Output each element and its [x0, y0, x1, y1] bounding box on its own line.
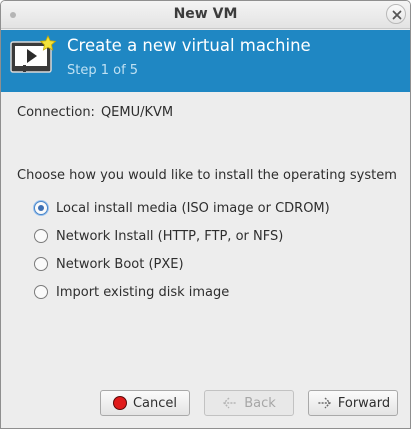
connection-label: Connection: [17, 105, 95, 120]
dialog-button-bar: Cancel Back Forward [1, 390, 410, 416]
title-bar: New VM [1, 1, 410, 29]
radio-network-install[interactable] [34, 229, 48, 243]
install-option-label: Local install media (ISO image or CDROM) [56, 200, 330, 216]
forward-label: Forward [337, 395, 391, 411]
forward-arrow-icon [317, 397, 331, 409]
radio-local-media[interactable] [34, 201, 48, 215]
radio-import-disk[interactable] [34, 285, 48, 299]
cancel-icon [112, 396, 127, 410]
forward-button[interactable]: Forward [308, 390, 398, 416]
back-button[interactable]: Back [204, 390, 294, 416]
install-option-label: Network Boot (PXE) [56, 256, 184, 272]
window-title: New VM [173, 6, 238, 22]
install-method-group: Local install media (ISO image or CDROM)… [34, 194, 330, 306]
back-label: Back [244, 395, 276, 411]
install-option-network-install[interactable]: Network Install (HTTP, FTP, or NFS) [34, 222, 330, 250]
install-prompt: Choose how you would like to install the… [17, 168, 397, 183]
install-option-local-media[interactable]: Local install media (ISO image or CDROM) [34, 194, 330, 222]
close-icon [392, 10, 402, 20]
back-arrow-icon [223, 397, 237, 409]
cancel-label: Cancel [132, 395, 178, 411]
wizard-title: Create a new virtual machine [67, 36, 311, 55]
install-option-label: Network Install (HTTP, FTP, or NFS) [56, 228, 284, 244]
install-option-label: Import existing disk image [56, 284, 230, 300]
close-button[interactable] [386, 4, 406, 24]
new-vm-dialog: New VM Create a new virtual machine Step… [0, 0, 411, 429]
cancel-button[interactable]: Cancel [100, 390, 190, 416]
radio-network-boot[interactable] [34, 257, 48, 271]
install-option-import-disk[interactable]: Import existing disk image [34, 278, 330, 306]
connection-value: QEMU/KVM [100, 105, 174, 120]
wizard-step: Step 1 of 5 [67, 63, 139, 78]
virtual-machine-icon [10, 35, 57, 73]
install-option-network-boot[interactable]: Network Boot (PXE) [34, 250, 330, 278]
connection-row: Connection: QEMU/KVM [17, 105, 173, 120]
wizard-header: Create a new virtual machine Step 1 of 5 [1, 30, 410, 92]
